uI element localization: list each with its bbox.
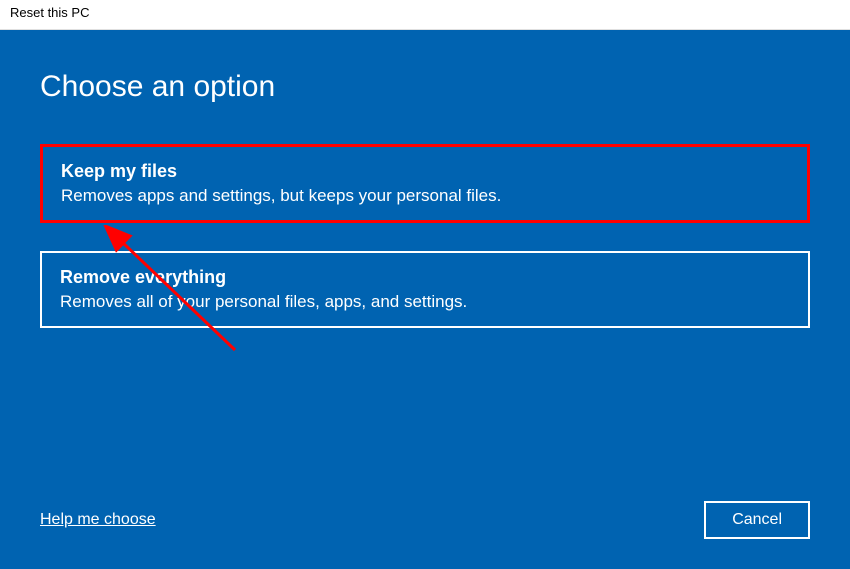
option-title: Remove everything: [60, 267, 790, 288]
main-panel: Choose an option Keep my files Removes a…: [0, 30, 850, 569]
option-remove-everything[interactable]: Remove everything Removes all of your pe…: [40, 251, 810, 328]
option-title: Keep my files: [61, 161, 789, 182]
cancel-button[interactable]: Cancel: [704, 501, 810, 539]
window-title: Reset this PC: [10, 5, 89, 20]
option-description: Removes apps and settings, but keeps you…: [61, 186, 789, 206]
option-keep-my-files[interactable]: Keep my files Removes apps and settings,…: [40, 144, 810, 223]
help-me-choose-link[interactable]: Help me choose: [40, 511, 156, 529]
page-heading: Choose an option: [40, 70, 810, 104]
option-description: Removes all of your personal files, apps…: [60, 292, 790, 312]
footer: Help me choose Cancel: [40, 501, 810, 539]
titlebar: Reset this PC: [0, 0, 850, 30]
